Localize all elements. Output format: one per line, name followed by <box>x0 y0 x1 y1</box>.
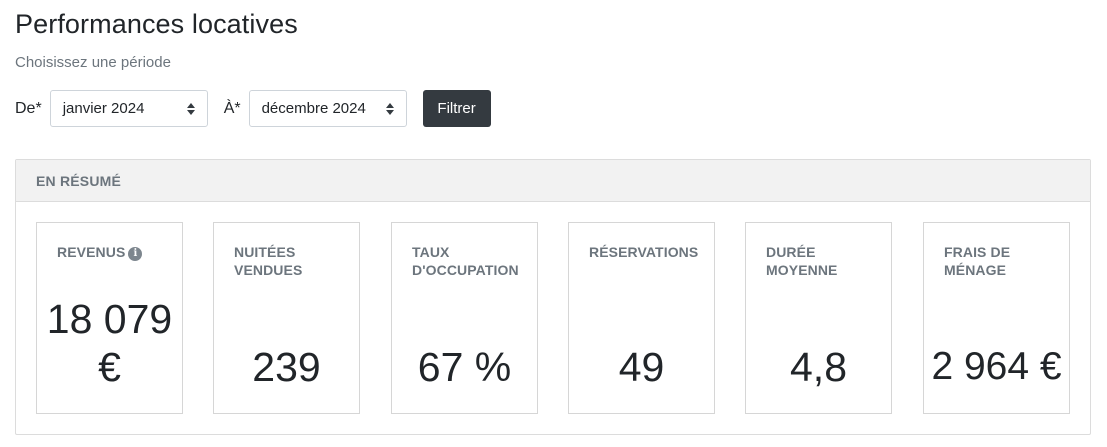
to-label: À* <box>223 99 241 117</box>
summary-card: EN RÉSUMÉ REVENUS i 18 079 € NUITÉES VEND… <box>15 159 1091 435</box>
stat-label: RÉSERVATIONS <box>589 244 699 260</box>
stat-label: TAUX D'OCCUPATION <box>412 244 519 278</box>
info-icon[interactable]: i <box>128 247 143 261</box>
stat-value: 4,8 <box>790 344 847 390</box>
stat-reservations: RÉSERVATIONS 49 <box>568 222 715 414</box>
stat-label-text: REVENUS <box>57 244 126 260</box>
stat-value: 49 <box>618 344 665 390</box>
stat-label: DURÉE MOYENNE <box>766 244 838 278</box>
stat-value: 2 964 € <box>931 345 1062 388</box>
period-filter: De* janvier 2024 À* décembre 2024 Filtre… <box>15 90 491 127</box>
summary-header: EN RÉSUMÉ <box>16 160 1090 202</box>
stat-nuitees-vendues: NUITÉES VENDUES 239 <box>213 222 360 414</box>
stat-value: 18 079 € <box>46 296 173 390</box>
page-title: Performances locatives <box>15 9 298 39</box>
stat-frais-menage: FRAIS DE MÉNAGE 2 964 € <box>923 222 1070 414</box>
stat-taux-occupation: TAUX D'OCCUPATION 67 % <box>391 222 538 414</box>
sort-caret-icon <box>385 101 395 117</box>
to-month-value: décembre 2024 <box>261 100 366 117</box>
from-label: De* <box>15 99 42 117</box>
from-month-select[interactable]: janvier 2024 <box>49 90 208 127</box>
stat-value: 67 % <box>417 344 512 390</box>
page-subtitle: Choisissez une période <box>15 54 171 71</box>
stat-label: NUITÉES VENDUES <box>234 244 303 278</box>
sort-caret-icon <box>186 101 196 117</box>
stat-label: REVENUS i <box>57 243 174 261</box>
to-month-select[interactable]: décembre 2024 <box>248 90 407 127</box>
stat-label: FRAIS DE MÉNAGE <box>944 244 1011 278</box>
stat-value: 239 <box>252 344 321 390</box>
stat-revenus: REVENUS i 18 079 € <box>36 222 183 414</box>
filter-button[interactable]: Filtrer <box>422 90 491 127</box>
stat-duree-moyenne: DURÉE MOYENNE 4,8 <box>745 222 892 414</box>
from-month-value: janvier 2024 <box>62 100 145 117</box>
